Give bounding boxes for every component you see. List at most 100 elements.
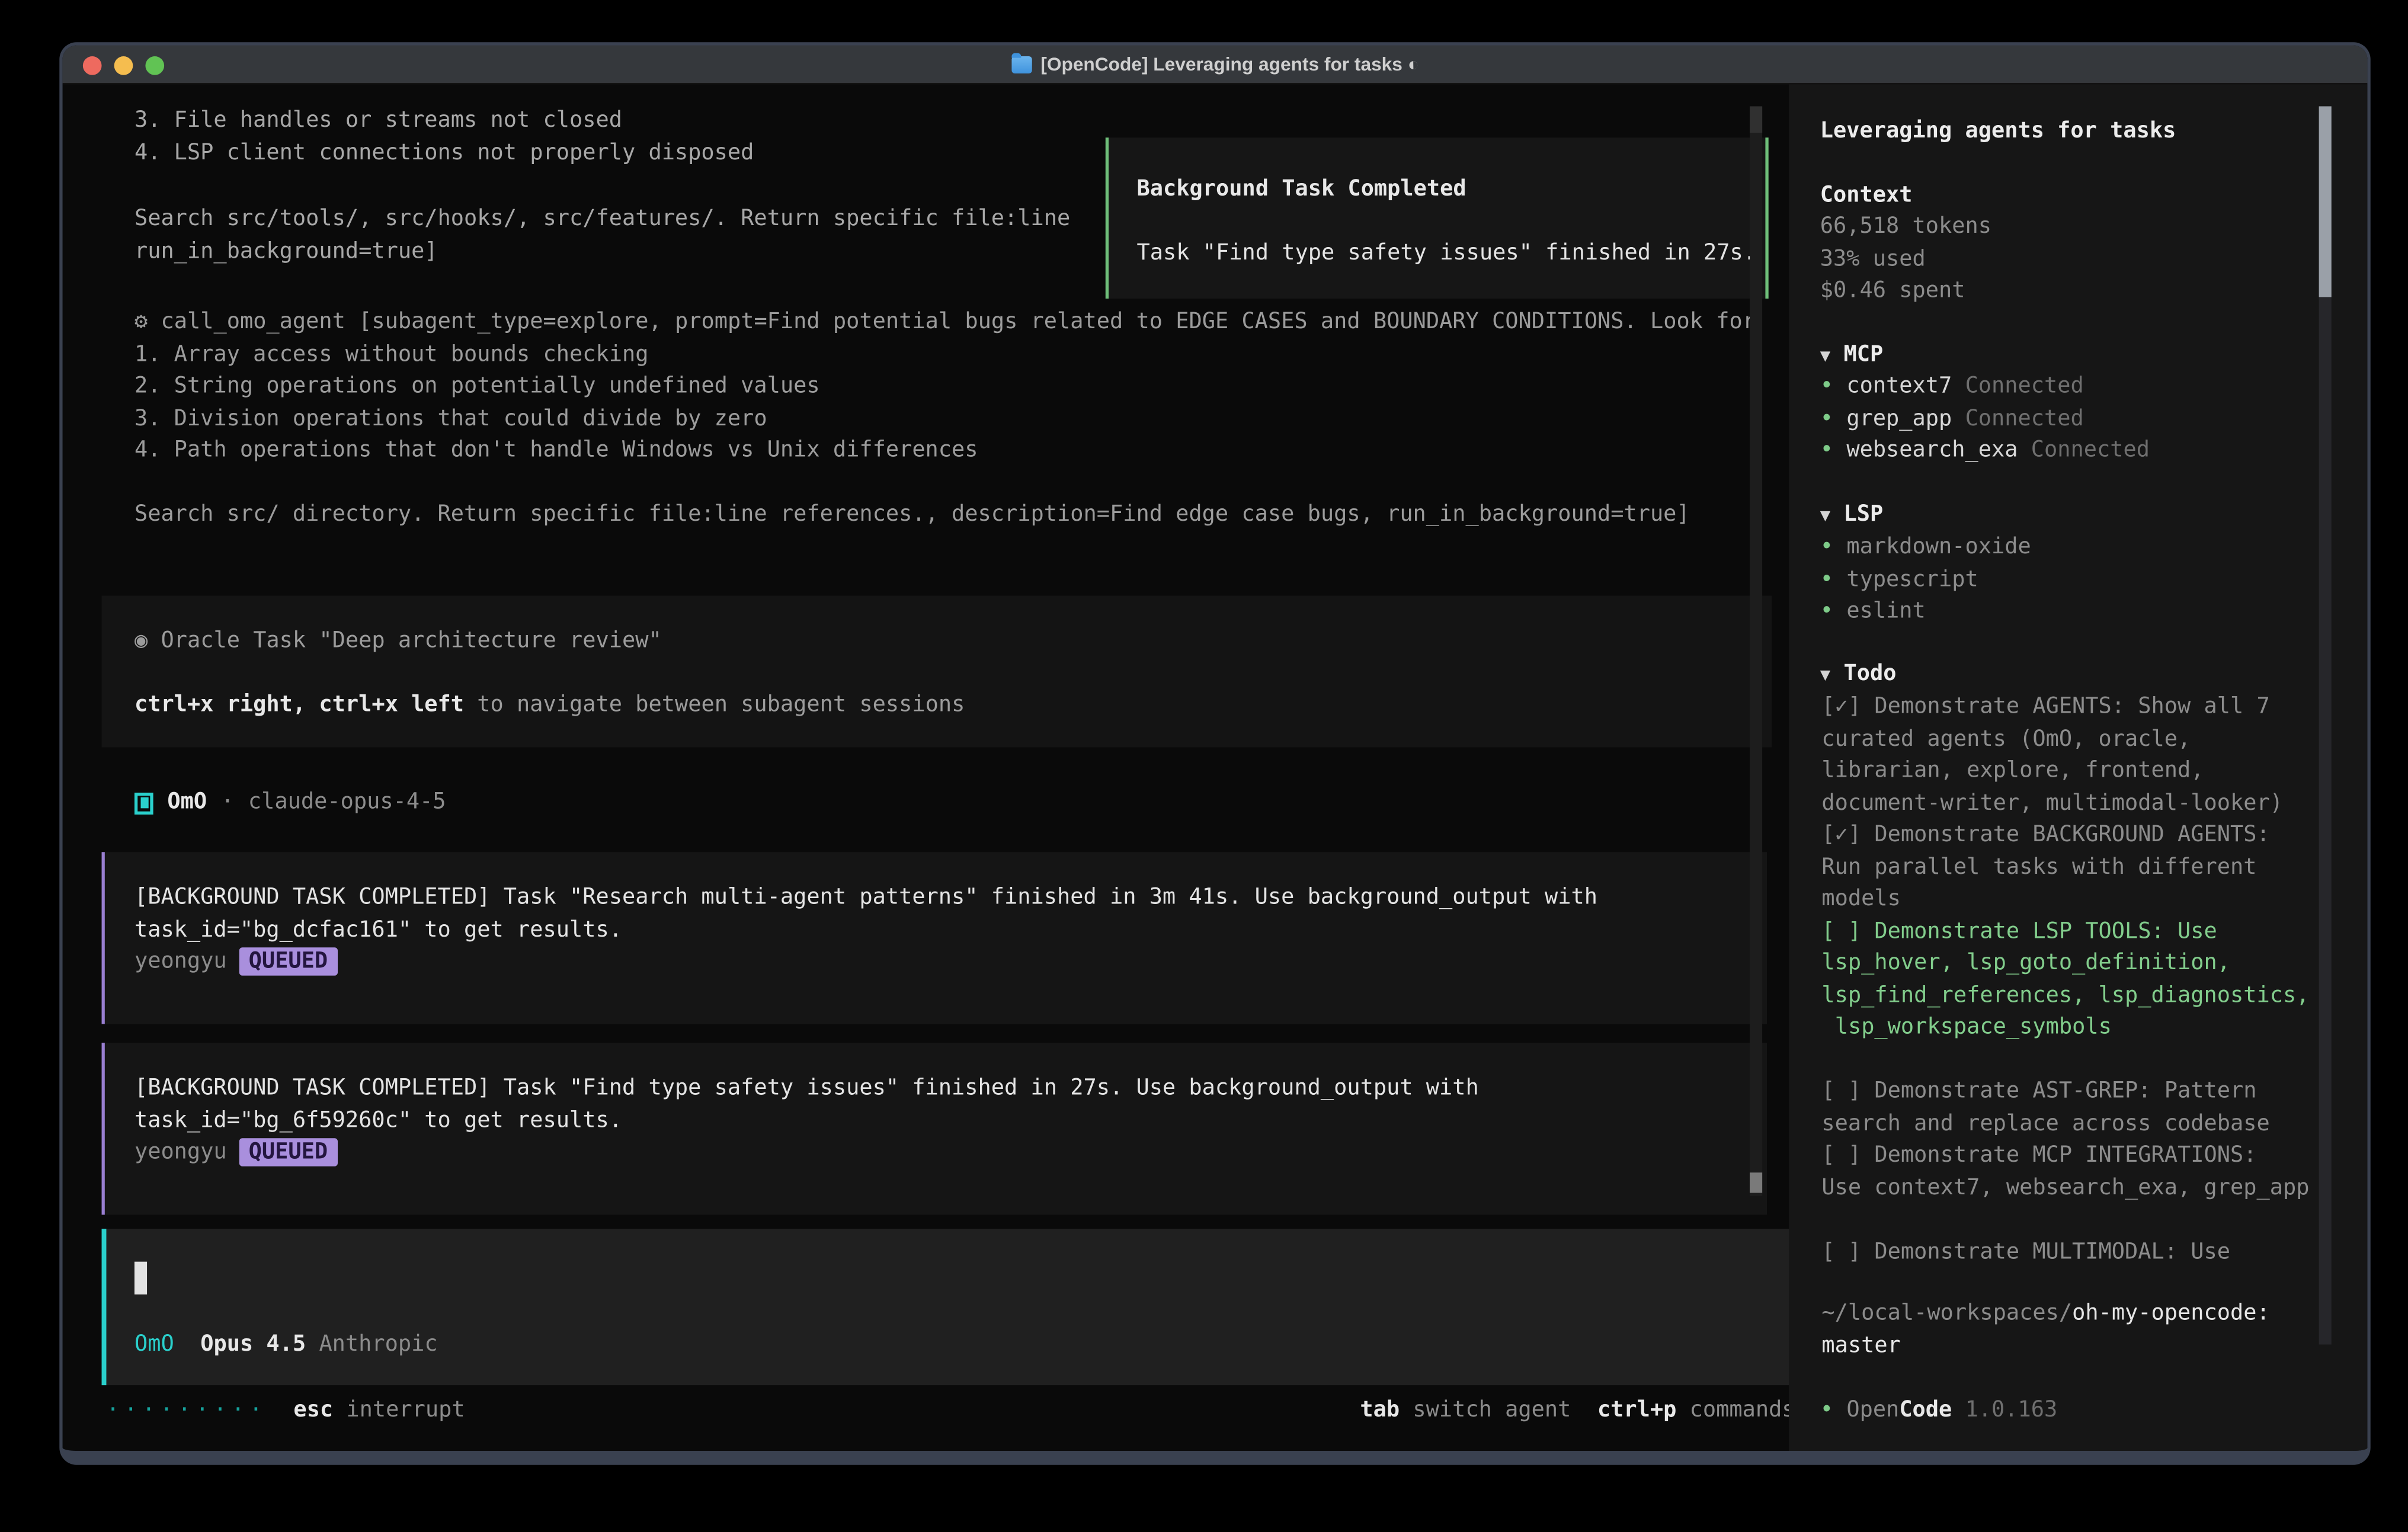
todo-item: [✓] Demonstrate BACKGROUND AGENTS: Run p… xyxy=(1821,819,2337,915)
gear-icon: ⚙ xyxy=(135,310,148,335)
tool-call-block: ⚙ call_omo_agent [subagent_type=explore,… xyxy=(135,306,1756,531)
workspace-repo: oh-my-opencode: xyxy=(2072,1301,2270,1326)
background-task-message: [BACKGROUND TASK COMPLETED] Task "Resear… xyxy=(102,852,1767,1024)
tab-key-label: switch agent xyxy=(1413,1398,1571,1422)
lsp-item: • typescript xyxy=(1820,563,2031,595)
lsp-item: • eslint xyxy=(1820,595,2031,627)
chevron-down-icon: ▼ xyxy=(1820,665,1830,685)
text-cursor xyxy=(135,1262,147,1294)
todo-item: [ ] Demonstrate MCP INTEGRATIONS: Use co… xyxy=(1821,1140,2337,1204)
lsp-item: • markdown-oxide xyxy=(1820,531,2031,563)
bullet-icon: • xyxy=(1820,438,1833,463)
agent-icon xyxy=(135,792,153,814)
message-line: [BACKGROUND TASK COMPLETED] Task "Find t… xyxy=(135,1072,1767,1104)
spacer xyxy=(135,658,1772,690)
target-icon: ◉ xyxy=(135,629,148,653)
mcp-item: • context7 Connected xyxy=(1820,370,2150,402)
commands-key-hint: ctrl+p xyxy=(1597,1398,1676,1422)
app-name-muted: Open xyxy=(1846,1398,1899,1422)
oracle-task-card: ◉ Oracle Task "Deep architecture review"… xyxy=(102,595,1772,747)
agent-name: OmO xyxy=(167,787,207,819)
lsp-section-header[interactable]: ▼ LSP xyxy=(1820,499,1884,533)
bullet-icon: • xyxy=(1820,374,1833,399)
statusbar-right: tab switch agent ctrl+p commands xyxy=(1360,1395,1795,1427)
active-agent: OmO xyxy=(135,1332,174,1357)
tool-call-line: 2. String operations on potentially unde… xyxy=(135,370,1756,402)
context-spent: $0.46 spent xyxy=(1820,275,1991,307)
folder-icon xyxy=(1011,56,1031,73)
todo-item: [ ] Demonstrate LSP TOOLS: Use lsp_hover… xyxy=(1821,915,2337,1043)
context-tokens: 66,518 tokens xyxy=(1820,211,1991,243)
scrollbar-thumb[interactable] xyxy=(1750,106,1762,133)
opencode-terminal-window: [OpenCode] Leveraging agents for tasks ◐… xyxy=(59,42,2370,1464)
tool-call-line: 1. Array access without bounds checking xyxy=(135,338,1756,370)
tool-call-line: 4. Path operations that don't handle Win… xyxy=(135,435,1756,467)
app-version: 1.0.163 xyxy=(1965,1398,2058,1422)
mcp-items: • context7 Connected • grep_app Connecte… xyxy=(1820,370,2150,466)
agent-model: claude-opus-4-5 xyxy=(248,787,446,819)
tool-call-line: Search src/ directory. Return specific f… xyxy=(135,499,1756,531)
log-line: Search src/tools/, src/hooks/, src/featu… xyxy=(135,203,1070,235)
bullet-icon: • xyxy=(1820,567,1833,592)
esc-key-label: interrupt xyxy=(346,1398,465,1422)
log-line: 4. LSP client connections not properly d… xyxy=(135,137,754,169)
context-used: 33% used xyxy=(1820,243,1991,275)
status-badge: QUEUED xyxy=(239,947,337,976)
shortcut-hint: to navigate between subagent sessions xyxy=(477,693,965,717)
log-line: 3. File handles or streams not closed xyxy=(135,105,754,137)
bullet-icon: • xyxy=(1820,535,1833,560)
message-author: yeongyu xyxy=(135,1140,227,1165)
tab-key-hint: tab xyxy=(1360,1398,1400,1422)
spacer xyxy=(1137,206,1766,238)
app-name-bold: Code xyxy=(1899,1398,1952,1422)
chevron-down-icon: ▼ xyxy=(1820,505,1830,525)
todo-item: [✓] Demonstrate AGENTS: Show all 7 curat… xyxy=(1821,691,2337,819)
todo-list: [✓] Demonstrate AGENTS: Show all 7 curat… xyxy=(1821,691,2337,1268)
active-model: Opus 4.5 xyxy=(200,1332,306,1357)
window-title-group: [OpenCode] Leveraging agents for tasks ◐ xyxy=(1011,48,1419,80)
tool-call-line: call_omo_agent [subagent_type=explore, p… xyxy=(161,310,1755,335)
spinner-dots: ········· xyxy=(106,1398,267,1422)
bullet-icon: • xyxy=(1820,406,1833,431)
background-task-toast: Background Task Completed Task "Find typ… xyxy=(1106,137,1769,299)
context-stats: 66,518 tokens 33% used $0.46 spent xyxy=(1820,211,1991,307)
minimize-button[interactable] xyxy=(114,56,133,75)
workspace-path: ~/local-workspaces/oh-my-opencode: maste… xyxy=(1821,1297,2337,1361)
background-task-message: [BACKGROUND TASK COMPLETED] Task "Find t… xyxy=(102,1043,1767,1214)
todo-section-header[interactable]: ▼ Todo xyxy=(1820,658,1897,692)
zoom-button[interactable] xyxy=(145,56,164,75)
model-provider: Anthropic xyxy=(319,1332,437,1357)
workspace-prefix: ~/local-workspaces/ xyxy=(1821,1301,2072,1326)
sidebar-scrollbar-thumb[interactable] xyxy=(2319,106,2332,297)
mcp-section-header[interactable]: ▼ MCP xyxy=(1820,339,1884,373)
message-line: task_id="bg_dcfac161" to get results. xyxy=(135,914,1767,946)
window-titlebar: [OpenCode] Leveraging agents for tasks ◐ xyxy=(63,46,2368,85)
model-row: OmO Opus 4.5 Anthropic xyxy=(135,1329,438,1361)
workspace-branch: master xyxy=(1821,1333,1900,1358)
status-badge: QUEUED xyxy=(239,1138,337,1166)
todo-item: [ ] Demonstrate MULTIMODAL: Use xyxy=(1821,1236,2337,1268)
bullet-icon: • xyxy=(1820,599,1833,624)
prompt-input[interactable]: OmO Opus 4.5 Anthropic xyxy=(102,1229,1792,1385)
message-author: yeongyu xyxy=(135,949,227,974)
window-title: [OpenCode] Leveraging agents for tasks ◐ xyxy=(1040,48,1419,80)
separator-dot: · xyxy=(221,787,234,819)
screen: [OpenCode] Leveraging agents for tasks ◐… xyxy=(0,0,2408,1532)
close-button[interactable] xyxy=(83,56,102,75)
tool-call-line: 3. Division operations that could divide… xyxy=(135,403,1756,435)
statusbar-left: ········· esc interrupt xyxy=(106,1395,465,1427)
scrollback-log: 3. File handles or streams not closed 4.… xyxy=(135,105,754,169)
message-line: task_id="bg_6f59260c" to get results. xyxy=(135,1104,1767,1136)
message-line: [BACKGROUND TASK COMPLETED] Task "Resear… xyxy=(135,882,1767,914)
session-sidebar: Leveraging agents for tasks Context 66,5… xyxy=(1789,85,2367,1451)
scrollbar-indicator[interactable] xyxy=(1750,1172,1762,1193)
main-scrollbar[interactable] xyxy=(1750,106,1762,1196)
chevron-down-icon: ▼ xyxy=(1820,345,1830,366)
shortcut-keys: ctrl+x right, ctrl+x left xyxy=(135,693,464,717)
commands-key-label: commands xyxy=(1690,1398,1795,1422)
scrollback-log-2: Search src/tools/, src/hooks/, src/featu… xyxy=(135,203,1070,267)
oracle-task-title: Oracle Task "Deep architecture review" xyxy=(161,629,661,653)
sidebar-scrollbar[interactable] xyxy=(2319,106,2332,1344)
esc-key-hint: esc xyxy=(293,1398,333,1422)
bullet-icon: • xyxy=(1820,1398,1833,1422)
